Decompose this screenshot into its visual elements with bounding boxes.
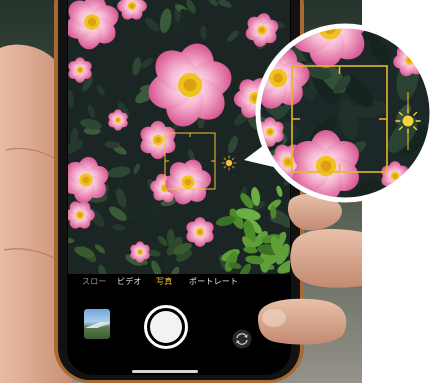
flower-stamen [392, 173, 398, 179]
flower-stamen [320, 160, 332, 172]
leaf [258, 36, 273, 51]
sun-icon[interactable] [395, 108, 421, 134]
leaf [413, 180, 432, 200]
zoom-callout [244, 23, 435, 203]
foreground-overlay [244, 23, 435, 345]
thumbnail-nail [262, 309, 286, 327]
leaf [387, 189, 428, 200]
sun-core [402, 115, 414, 127]
flower-stamen [285, 159, 291, 165]
camera-app-photo-scene: スロー ビデオ 写真 ポートレート [0, 0, 437, 383]
flower-stamen [267, 129, 273, 135]
finger [290, 228, 362, 288]
leaf [258, 31, 275, 45]
flower-stamen [273, 73, 283, 83]
zoomed-preview [258, 26, 432, 200]
